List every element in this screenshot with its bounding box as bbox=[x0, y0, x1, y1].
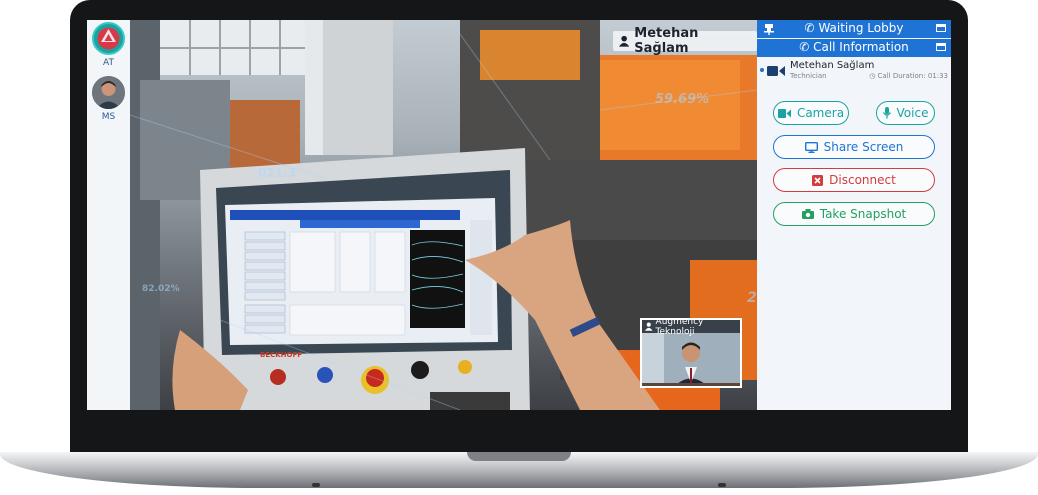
take-snapshot-button[interactable]: Take Snapshot bbox=[773, 202, 935, 226]
camera-snapshot-icon bbox=[801, 209, 814, 219]
pip-name-tag: Augmency Teknoloji bbox=[642, 320, 740, 337]
share-screen-button[interactable]: Share Screen bbox=[773, 135, 935, 159]
remote-name-tag: Metehan Sağlam bbox=[613, 26, 757, 56]
hud-readout: 21.51% bbox=[747, 290, 757, 306]
remote-name: Metehan Sağlam bbox=[634, 26, 699, 56]
self-video-pip[interactable]: Augmency Teknoloji bbox=[640, 318, 742, 388]
hud-readout: 59.69% bbox=[655, 92, 710, 107]
participant-name: Metehan Sağlam bbox=[790, 60, 875, 71]
machine-brand: BECKHOFF bbox=[260, 351, 303, 359]
monitor-icon bbox=[804, 141, 818, 153]
disconnect-label: Disconnect bbox=[829, 173, 896, 187]
pip-name: Augmency Teknoloji bbox=[655, 318, 704, 337]
video-camera-icon bbox=[767, 66, 785, 76]
participant-row: Metehan Sağlam Technician ◷ Call Duratio… bbox=[760, 60, 951, 82]
sidebar-user-label: AT bbox=[103, 58, 114, 68]
disconnect-button[interactable]: Disconnect bbox=[773, 168, 935, 192]
sidebar-user-label: MS bbox=[101, 112, 116, 122]
call-information-label: Call Information bbox=[813, 40, 909, 54]
waiting-lobby-label: Waiting Lobby bbox=[818, 21, 904, 35]
company-logo-icon bbox=[97, 27, 120, 50]
voice-button[interactable]: Voice bbox=[876, 101, 935, 125]
microphone-icon bbox=[882, 107, 891, 119]
self-video-scene bbox=[642, 333, 740, 386]
laptop-foot bbox=[312, 483, 320, 487]
user-icon bbox=[619, 35, 630, 47]
app-screen: AT MS 021.3 59.69% 82.02% 2 Metehan Sağl… bbox=[87, 20, 951, 410]
hud-readout: 021.3 bbox=[258, 166, 296, 180]
call-duration-text: Call Duration: 01:33 bbox=[877, 72, 948, 80]
phone-icon: ✆ bbox=[804, 21, 815, 35]
laptop-notch bbox=[467, 452, 571, 461]
call-panel: ✆ Waiting Lobby ✆ Call Information Meteh… bbox=[757, 20, 951, 410]
avatar bbox=[92, 76, 125, 109]
status-dot bbox=[760, 68, 764, 72]
call-duration: ◷ Call Duration: 01:33 bbox=[869, 72, 948, 80]
user-photo-icon bbox=[92, 76, 125, 109]
avatar bbox=[92, 22, 125, 55]
participant-ms[interactable]: MS bbox=[87, 76, 130, 122]
take-snapshot-label: Take Snapshot bbox=[819, 207, 907, 221]
hud-readout: 82.02% bbox=[142, 284, 180, 294]
participant-at[interactable]: AT bbox=[87, 22, 130, 68]
minimize-icon[interactable] bbox=[936, 43, 946, 51]
phone-icon: ✆ bbox=[799, 40, 810, 54]
camera-button[interactable]: Camera bbox=[773, 101, 849, 125]
call-information-header[interactable]: ✆ Call Information bbox=[757, 39, 951, 57]
share-screen-label: Share Screen bbox=[823, 140, 904, 154]
waiting-lobby-header[interactable]: ✆ Waiting Lobby bbox=[757, 20, 951, 38]
user-icon bbox=[645, 322, 653, 331]
camera-icon bbox=[777, 108, 791, 118]
minimize-icon[interactable] bbox=[936, 24, 946, 32]
laptop-foot bbox=[718, 483, 726, 487]
participant-role: Technician bbox=[790, 72, 827, 80]
clock-icon: ◷ bbox=[869, 72, 876, 80]
participants-sidebar: AT MS bbox=[87, 20, 130, 410]
close-square-icon bbox=[812, 174, 824, 186]
remote-video-feed[interactable]: 021.3 59.69% 82.02% 21.51% Metehan Sağla… bbox=[130, 20, 757, 410]
voice-label: Voice bbox=[896, 106, 929, 120]
camera-label: Camera bbox=[796, 106, 845, 120]
